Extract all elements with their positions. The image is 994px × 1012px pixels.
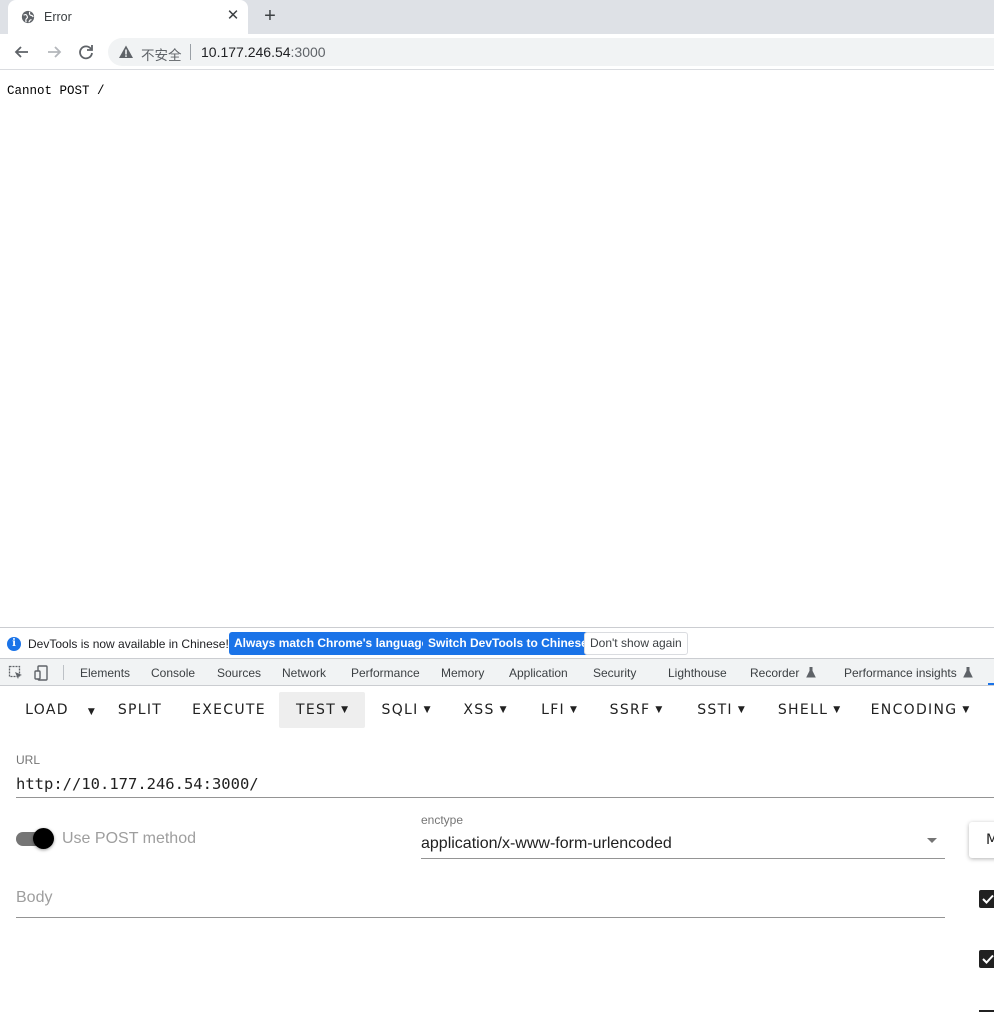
insecure-label: 不安全 xyxy=(141,48,182,63)
tab-recorder[interactable]: Recorder xyxy=(750,666,816,680)
shell-menu-button[interactable]: SHELL ▼ xyxy=(768,692,850,728)
ssrf-menu-button[interactable]: SSRF ▼ xyxy=(602,692,670,728)
match-language-button[interactable]: Always match Chrome's language xyxy=(229,632,434,655)
divider xyxy=(190,44,191,60)
enctype-underline xyxy=(421,858,945,859)
enctype-select[interactable]: application/x-www-form-urlencoded xyxy=(421,835,672,853)
tab-title: Error xyxy=(44,10,72,24)
divider xyxy=(63,665,64,680)
url-field-underline xyxy=(16,797,994,798)
url-field-label: URL xyxy=(16,753,41,767)
encoding-menu-button[interactable]: ENCODING ▼ xyxy=(864,692,976,728)
checkbox-checked[interactable] xyxy=(979,950,994,968)
checkmark-icon xyxy=(982,894,994,904)
shell-menu-label: SHELL xyxy=(777,702,829,718)
tab-elements[interactable]: Elements xyxy=(80,666,130,680)
browser-toolbar: 不安全 10.177.246.54:3000 xyxy=(0,34,994,70)
reload-icon xyxy=(79,45,93,60)
tab-memory[interactable]: Memory xyxy=(441,666,484,680)
enctype-label: enctype xyxy=(421,813,464,827)
info-icon: i xyxy=(7,637,21,651)
tab-console[interactable]: Console xyxy=(151,666,195,680)
tab-application[interactable]: Application xyxy=(509,666,568,680)
caret-down-icon: ▼ xyxy=(499,705,507,715)
hackbar-menu: LOAD ▼ SPLIT EXECUTE TEST ▼ SQLI ▼ XSS ▼ LF… xyxy=(0,686,994,734)
inspect-element-icon[interactable] xyxy=(8,665,24,681)
test-menu-label: TEST xyxy=(296,702,337,718)
caret-down-icon: ▼ xyxy=(341,705,348,715)
caret-down-icon: ▼ xyxy=(569,705,577,715)
ssrf-menu-label: SSRF xyxy=(609,702,651,718)
flask-icon xyxy=(805,667,816,678)
split-button[interactable]: SPLIT xyxy=(108,692,172,728)
url-port: :3000 xyxy=(290,44,326,60)
back-button[interactable] xyxy=(11,41,33,63)
sqli-menu-button[interactable]: SQLI ▼ xyxy=(371,692,441,728)
modify-header-button[interactable]: M xyxy=(969,822,994,858)
infobar-message: DevTools is now available in Chinese! xyxy=(28,637,229,651)
caret-down-icon: ▼ xyxy=(87,707,97,717)
load-button[interactable]: LOAD xyxy=(16,692,78,728)
checkbox-checked[interactable] xyxy=(979,890,994,908)
sqli-menu-label: SQLI xyxy=(381,702,419,718)
execute-button[interactable]: EXECUTE xyxy=(184,692,274,728)
tab-recorder-label: Recorder xyxy=(750,666,800,680)
caret-down-icon: ▼ xyxy=(737,705,745,715)
forward-button[interactable] xyxy=(43,41,65,63)
new-tab-button[interactable]: + xyxy=(259,5,281,27)
tab-network[interactable]: Network xyxy=(282,666,326,680)
tab-sources[interactable]: Sources xyxy=(217,666,261,680)
ssti-menu-label: SSTI xyxy=(697,702,733,718)
post-method-label: Use POST method xyxy=(62,830,196,847)
close-icon[interactable]: ✕ xyxy=(224,7,242,25)
devtools-panel: i DevTools is now available in Chinese! … xyxy=(0,627,994,1012)
page-error-text: Cannot POST / xyxy=(7,84,105,98)
warning-icon xyxy=(119,45,133,58)
tab-lighthouse[interactable]: Lighthouse xyxy=(668,666,727,680)
caret-down-icon: ▼ xyxy=(655,705,663,715)
tab-security[interactable]: Security xyxy=(593,666,636,680)
caret-down-icon: ▼ xyxy=(423,705,431,715)
caret-down-icon: ▼ xyxy=(833,705,841,715)
tab-strip: Error ✕ + xyxy=(0,0,994,34)
toggle-knob[interactable] xyxy=(33,828,54,849)
body-field[interactable]: Body xyxy=(16,889,52,907)
back-arrow-icon xyxy=(14,46,28,58)
caret-down-icon: ▼ xyxy=(962,705,970,715)
device-toolbar-icon[interactable] xyxy=(34,665,50,681)
devtools-infobar: i DevTools is now available in Chinese! … xyxy=(0,628,994,659)
devtools-tab-bar: Elements Console Sources Network Perform… xyxy=(0,659,994,686)
plus-icon: + xyxy=(264,5,276,27)
active-tab-indicator xyxy=(988,683,994,685)
url-text: 10.177.246.54:3000 xyxy=(201,44,326,60)
address-bar[interactable]: 不安全 10.177.246.54:3000 xyxy=(108,38,994,66)
dont-show-again-button[interactable]: Don't show again xyxy=(584,632,688,655)
globe-icon xyxy=(21,10,35,24)
body-field-underline xyxy=(16,917,945,918)
xss-menu-label: XSS xyxy=(463,702,495,718)
flask-icon xyxy=(963,667,973,678)
url-field[interactable]: http://10.177.246.54:3000/ xyxy=(16,775,259,793)
dropdown-arrow-icon[interactable] xyxy=(927,838,937,843)
tab-performance-insights[interactable]: Performance insights xyxy=(844,666,973,680)
checkmark-icon xyxy=(982,954,994,964)
forward-arrow-icon xyxy=(48,46,62,58)
reload-button[interactable] xyxy=(75,41,97,63)
ssti-menu-button[interactable]: SSTI ▼ xyxy=(688,692,754,728)
xss-menu-button[interactable]: XSS ▼ xyxy=(454,692,516,728)
tab-performance-insights-label: Performance insights xyxy=(844,666,957,680)
tab-error[interactable]: Error ✕ xyxy=(8,0,248,34)
lfi-menu-label: LFI xyxy=(541,702,565,718)
lfi-menu-button[interactable]: LFI ▼ xyxy=(530,692,588,728)
tab-performance[interactable]: Performance xyxy=(351,666,420,680)
encoding-menu-label: ENCODING xyxy=(870,702,958,718)
test-menu-button[interactable]: TEST ▼ xyxy=(279,692,365,728)
switch-chinese-button[interactable]: Switch DevTools to Chinese xyxy=(423,632,593,655)
load-dropdown-button[interactable]: ▼ xyxy=(84,692,100,728)
url-host: 10.177.246.54 xyxy=(201,44,291,60)
